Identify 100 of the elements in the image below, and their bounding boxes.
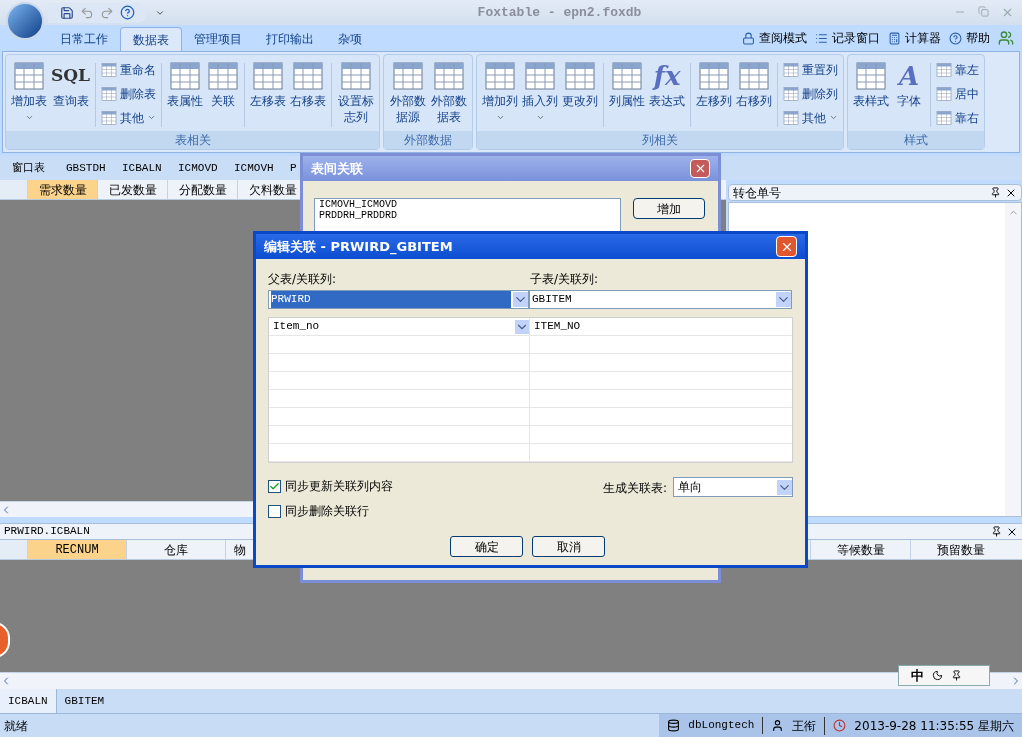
group-label: 列相关 [477, 131, 844, 149]
field-label: 生成关联表: [602, 480, 667, 497]
checkbox[interactable] [268, 479, 281, 493]
save-icon[interactable] [60, 5, 74, 20]
ribbon-tab[interactable]: 杂项 [326, 27, 374, 51]
app-orb[interactable] [6, 2, 44, 40]
field-label: 父表/关联列: [268, 271, 338, 288]
ribbon-button[interactable]: 右移表 [288, 55, 329, 131]
pin-icon[interactable] [990, 187, 1001, 198]
table-icon [340, 62, 371, 90]
close-button[interactable] [776, 236, 797, 257]
lock-icon [742, 31, 755, 45]
toolbar-link[interactable]: 记录窗口 [815, 29, 880, 47]
redo-icon[interactable] [100, 5, 114, 20]
window-tab[interactable]: ICBALN [122, 161, 162, 174]
ribbon-small-button[interactable]: 其他 [781, 107, 841, 128]
toolbar-link[interactable]: 帮助 [949, 29, 990, 47]
table-icon [856, 62, 887, 90]
toolbar-link[interactable]: 查阅模式 [742, 29, 807, 47]
ribbon-small-button[interactable]: 居中 [934, 83, 982, 104]
table-icon [783, 62, 800, 77]
table-icon [699, 62, 730, 90]
grid-cell[interactable]: Item_no [273, 318, 515, 335]
ribbon-tab[interactable]: 管理项目 [182, 27, 254, 51]
moon-icon[interactable] [932, 670, 943, 681]
help-icon[interactable] [120, 5, 135, 20]
ribbon-button[interactable]: 增加列 [480, 55, 521, 131]
letter-icon: SQL [51, 63, 91, 89]
ribbon-button[interactable]: 增加表 [9, 55, 49, 131]
table-icon [101, 110, 118, 125]
table-icon [565, 62, 596, 90]
sheet-tab[interactable]: GBITEM [56, 689, 113, 713]
toolbar-link[interactable]: 计算器 [888, 29, 941, 47]
window-tab[interactable]: P [290, 161, 297, 174]
window-tab[interactable]: ICMOVH [234, 161, 274, 174]
group-label: 样式 [848, 131, 985, 149]
table-icon [612, 62, 643, 90]
table-icon [170, 62, 201, 90]
ribbon-button[interactable]: SQL 查询表 [49, 55, 93, 131]
undo-icon[interactable] [80, 5, 94, 20]
users-icon[interactable] [998, 30, 1014, 46]
dialog-button[interactable]: 确定 [450, 536, 523, 557]
ribbon-button[interactable]: A 字体 [891, 55, 928, 131]
window-tab[interactable]: ICMOVD [178, 161, 218, 174]
field-label: 子表/关联列: [530, 271, 599, 288]
vertical-scrollbar[interactable] [1005, 203, 1021, 516]
checkbox[interactable] [268, 504, 281, 518]
ribbon-small-button[interactable]: 其他 [99, 107, 159, 128]
ribbon-button[interactable]: 左移表 [248, 55, 289, 131]
ribbon-tab[interactable]: 打印输出 [254, 27, 326, 51]
ribbon-button[interactable]: 表属性 [165, 55, 206, 131]
ribbon-button[interactable]: 外部数据表 [428, 55, 470, 131]
ribbon-small-button[interactable]: 重置列 [781, 59, 841, 80]
close-button[interactable] [690, 159, 710, 178]
ribbon-small-button[interactable]: 删除列 [781, 83, 841, 104]
ribbon-button[interactable]: 右移列 [734, 55, 775, 131]
list-item[interactable]: PRDDRH_PRDDRD [319, 210, 616, 221]
table-dropdown[interactable]: GBITEM [529, 290, 792, 309]
dialog-button[interactable]: 取消 [532, 536, 605, 557]
table-icon [783, 110, 800, 125]
window-tab[interactable]: 窗口表 [12, 161, 45, 174]
column-header[interactable]: RECNUM [28, 540, 127, 559]
table-icon [936, 86, 953, 101]
table-icon [739, 62, 770, 90]
mode-dropdown[interactable]: 单向 [673, 477, 793, 497]
ribbon-small-button[interactable]: 靠右 [934, 107, 982, 128]
ribbon-button[interactable]: 插入列 [520, 55, 561, 131]
caret-icon [24, 113, 34, 122]
table-icon [208, 62, 239, 90]
ribbon-button[interactable]: 左移列 [694, 55, 735, 131]
grid-cell[interactable]: ITEM_NO [534, 318, 581, 335]
ribbon-button[interactable]: 表样式 [851, 55, 892, 131]
ribbon-button[interactable]: 关联 [205, 55, 242, 131]
user-icon [771, 719, 785, 732]
ribbon-tab[interactable]: 数据表 [120, 27, 182, 51]
ribbon-tab[interactable]: 日常工作 [48, 27, 120, 51]
table-icon [433, 62, 464, 90]
ribbon-small-button[interactable]: 靠左 [934, 59, 982, 80]
window-tab[interactable]: GBSTDH [66, 161, 106, 174]
ime-mode[interactable]: 中 [911, 665, 924, 686]
pin-icon[interactable] [991, 526, 1002, 537]
table-icon [14, 62, 44, 90]
sheet-tab[interactable]: ICBALN [0, 689, 57, 713]
table-dropdown[interactable]: PRWIRD [268, 290, 529, 309]
ribbon-button[interactable]: 列属性 [607, 55, 648, 131]
ribbon-button[interactable]: 更改列 [560, 55, 601, 131]
ribbon-button[interactable]: 设置标志列 [335, 55, 377, 131]
table-icon [485, 62, 516, 90]
panel-title: PRWIRD.ICBALN [4, 524, 91, 540]
column-header[interactable]: 需求数量 [28, 180, 98, 199]
ribbon-button[interactable]: fx 表达式 [647, 55, 688, 131]
table-icon [101, 62, 118, 77]
list-item[interactable]: ICMOVH_ICMOVD [319, 199, 616, 210]
status-text: 就绪 [3, 717, 29, 735]
ribbon-small-button[interactable]: 重命名 [99, 59, 159, 80]
ribbon-button[interactable]: 外部数据源 [387, 55, 429, 131]
database-icon [667, 719, 681, 732]
ime-bar[interactable]: 中 [898, 665, 990, 686]
add-button[interactable]: 增加 [633, 198, 705, 219]
ribbon-small-button[interactable]: 删除表 [99, 83, 159, 104]
